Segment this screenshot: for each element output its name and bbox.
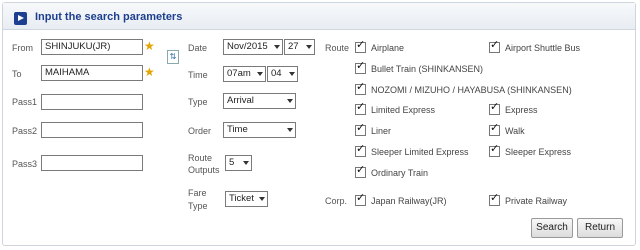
order-label: Order	[188, 126, 212, 136]
route-outputs-label-line1: Route	[188, 153, 213, 163]
checkbox-checked-icon[interactable]	[355, 144, 366, 157]
pass2-input[interactable]	[41, 122, 143, 138]
chevron-down-icon	[306, 45, 312, 49]
order-select[interactable]: Time	[223, 122, 296, 138]
checkbox-checked-icon[interactable]	[355, 61, 366, 74]
checkbox-checked-icon[interactable]	[489, 102, 500, 115]
pass1-input[interactable]	[41, 94, 143, 110]
chevron-down-icon	[259, 197, 265, 201]
type-label: Type	[188, 97, 208, 107]
corp-label: Corp.	[325, 196, 348, 206]
checkbox-sleeper-limited-express[interactable]: Sleeper Limited Express	[355, 144, 469, 158]
pass3-input[interactable]	[41, 155, 143, 171]
checkbox-limited-express[interactable]: Limited Express	[355, 102, 436, 116]
checkbox-bullet-train[interactable]: Bullet Train (SHINKANSEN)	[355, 61, 484, 75]
date-label: Date	[188, 43, 208, 53]
swap-icon[interactable]: ⇅	[167, 50, 179, 64]
checkbox-liner-label: Liner	[371, 126, 392, 136]
route-label: Route	[325, 43, 350, 53]
date-day-select[interactable]: 27	[284, 39, 315, 55]
checkbox-sleeper-express-label: Sleeper Express	[505, 147, 572, 157]
date-day-value: 27	[288, 41, 299, 52]
checkbox-airport-shuttle-bus-label: Airport Shuttle Bus	[505, 43, 581, 53]
checkbox-walk-label: Walk	[505, 126, 525, 136]
route-outputs-value: 5	[229, 157, 235, 168]
checkbox-sleeper-limited-express-label: Sleeper Limited Express	[371, 147, 469, 157]
checkbox-checked-icon[interactable]	[355, 123, 366, 136]
type-select[interactable]: Arrival	[223, 93, 296, 109]
checkbox-checked-icon[interactable]	[355, 102, 366, 115]
checkbox-express[interactable]: Express	[489, 102, 538, 116]
checkbox-private-railway-label: Private Railway	[505, 196, 568, 206]
to-input[interactable]: MAIHAMA	[41, 65, 143, 81]
checkbox-checked-icon[interactable]	[489, 40, 500, 53]
date-month-value: Nov/2015	[227, 41, 268, 52]
time-minute-value: 04	[271, 68, 282, 79]
checkbox-japan-railway-label: Japan Railway(JR)	[371, 196, 447, 206]
panel-header: Input the search parameters	[3, 3, 635, 30]
chevron-down-icon	[289, 72, 295, 76]
fare-type-value: Ticket	[229, 193, 254, 204]
pass2-label: Pass2	[12, 126, 38, 136]
time-hour-value: 07am	[227, 68, 251, 79]
checkbox-ordinary-train[interactable]: Ordinary Train	[355, 165, 429, 179]
checkbox-japan-railway[interactable]: Japan Railway(JR)	[355, 193, 447, 207]
checkbox-express-label: Express	[505, 105, 538, 115]
route-outputs-select[interactable]: 5	[225, 155, 252, 171]
checkbox-checked-icon[interactable]	[355, 82, 366, 95]
time-hour-select[interactable]: 07am	[223, 66, 266, 82]
time-minute-select[interactable]: 04	[267, 66, 298, 82]
type-value: Arrival	[227, 95, 254, 106]
favorite-star-icon[interactable]: ★	[144, 40, 155, 52]
fare-type-select[interactable]: Ticket	[225, 191, 268, 207]
to-label: To	[12, 69, 22, 79]
date-month-select[interactable]: Nov/2015	[223, 39, 283, 55]
from-label: From	[12, 43, 33, 53]
checkbox-checked-icon[interactable]	[355, 40, 366, 53]
checkbox-checked-icon[interactable]	[489, 123, 500, 136]
chevron-down-icon	[287, 99, 293, 103]
checkbox-nozomi-label: NOZOMI / MIZUHO / HAYABUSA (SHINKANSEN)	[371, 85, 572, 95]
pass3-label: Pass3	[12, 159, 38, 169]
checkbox-checked-icon[interactable]	[355, 165, 366, 178]
return-button[interactable]: Return	[577, 218, 623, 238]
chevron-down-icon	[274, 45, 280, 49]
checkbox-limited-express-label: Limited Express	[371, 105, 436, 115]
chevron-down-icon	[257, 72, 263, 76]
route-outputs-label-line2: Outputs	[188, 165, 220, 175]
checkbox-walk[interactable]: Walk	[489, 123, 525, 137]
chevron-down-icon	[287, 128, 293, 132]
from-input[interactable]: SHINJUKU(JR)	[41, 39, 143, 55]
checkbox-checked-icon[interactable]	[489, 144, 500, 157]
checkbox-airplane[interactable]: Airplane	[355, 40, 405, 54]
play-icon	[14, 12, 27, 25]
checkbox-checked-icon[interactable]	[355, 193, 366, 206]
checkbox-checked-icon[interactable]	[489, 193, 500, 206]
checkbox-airport-shuttle-bus[interactable]: Airport Shuttle Bus	[489, 40, 581, 54]
checkbox-bullet-train-label: Bullet Train (SHINKANSEN)	[371, 64, 484, 74]
panel-title: Input the search parameters	[35, 11, 183, 23]
chevron-down-icon	[243, 161, 249, 165]
checkbox-liner[interactable]: Liner	[355, 123, 392, 137]
pass1-label: Pass1	[12, 97, 38, 107]
checkbox-sleeper-express[interactable]: Sleeper Express	[489, 144, 572, 158]
search-button[interactable]: Search	[531, 218, 573, 238]
fare-type-label-line2: Type	[188, 201, 208, 211]
checkbox-nozomi[interactable]: NOZOMI / MIZUHO / HAYABUSA (SHINKANSEN)	[355, 82, 572, 96]
favorite-star-icon[interactable]: ★	[144, 66, 155, 78]
fare-type-label-line1: Fare	[188, 188, 207, 198]
checkbox-airplane-label: Airplane	[371, 43, 405, 53]
checkbox-ordinary-train-label: Ordinary Train	[371, 168, 429, 178]
order-value: Time	[227, 124, 248, 135]
checkbox-private-railway[interactable]: Private Railway	[489, 193, 568, 207]
time-label: Time	[188, 70, 208, 80]
